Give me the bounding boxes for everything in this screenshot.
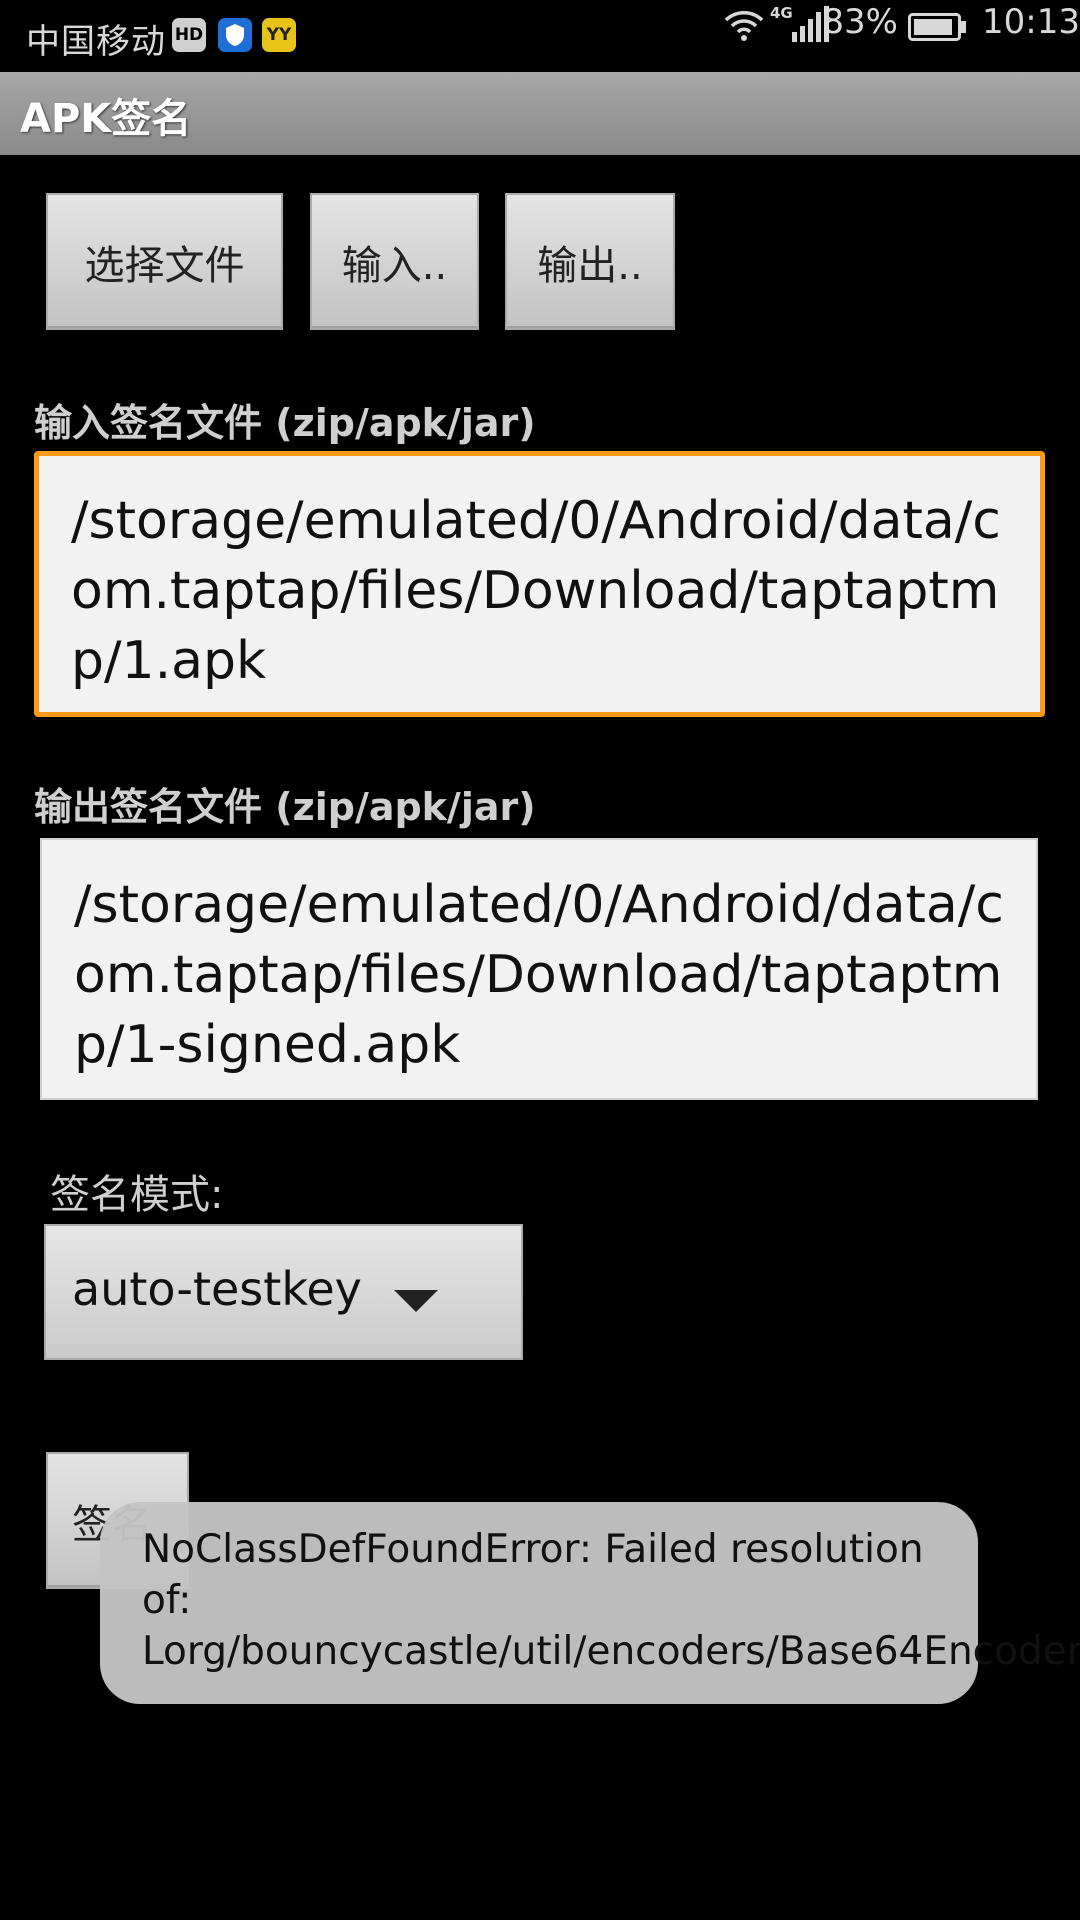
clock: 10:13 — [982, 2, 1080, 42]
select-file-button[interactable]: 选择文件 — [46, 193, 283, 330]
hd-icon: HD — [172, 18, 206, 52]
status-bar: 中国移动 HD YY 4G 83% 10:13 — [0, 0, 1080, 72]
wifi-icon — [724, 8, 764, 42]
battery-icon — [908, 10, 968, 41]
input-button[interactable]: 输入.. — [310, 193, 479, 330]
output-button[interactable]: 输出.. — [505, 193, 675, 330]
app-title: APK签名 — [20, 96, 192, 142]
error-toast: NoClassDefFoundError: Failed resolution … — [100, 1502, 1080, 1704]
sign-mode-label: 签名模式: — [50, 1172, 224, 1218]
screen: 中国移动 HD YY 4G 83% 10:13 APK签名 选择文件 输入.. … — [0, 0, 1080, 1920]
chevron-down-icon — [394, 1290, 438, 1312]
sign-mode-dropdown[interactable]: auto-testkey — [44, 1224, 523, 1360]
battery-percent: 83% — [822, 2, 898, 42]
output-file-label: 输出签名文件 (zip/apk/jar) — [34, 785, 536, 829]
input-path-field[interactable]: /storage/emulated/0/Android/data/com.tap… — [34, 451, 1045, 717]
title-bar: APK签名 — [0, 72, 1080, 155]
shield-icon — [218, 18, 252, 52]
output-path-field[interactable]: /storage/emulated/0/Android/data/com.tap… — [40, 838, 1038, 1100]
input-file-label: 输入签名文件 (zip/apk/jar) — [34, 401, 536, 445]
yy-app-icon: YY — [262, 18, 296, 52]
carrier-name: 中国移动 — [26, 22, 166, 62]
sign-mode-selected: auto-testkey — [72, 1262, 362, 1316]
